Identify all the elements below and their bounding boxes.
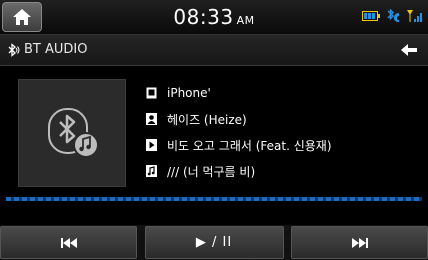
album-row: /// (너 먹구름 비): [145, 158, 332, 184]
artist-name: 헤이즈 (Heize): [167, 112, 247, 127]
progress-track: [6, 197, 422, 201]
back-arrow-icon: [401, 44, 417, 56]
playback-controls: ▶ / II: [0, 225, 428, 260]
artist-row: 헤이즈 (Heize): [145, 106, 332, 132]
signal-icon: [407, 10, 422, 22]
bluetooth-phone-icon: [387, 9, 399, 22]
phone-icon: [145, 87, 157, 99]
page-title: BT AUDIO: [24, 42, 88, 57]
title-bar: BT AUDIO: [0, 35, 428, 66]
status-icons: [362, 9, 422, 23]
song-title: 비도 오고 그래서 (Feat. 신용재): [167, 138, 332, 153]
play-pause-label: ▶ / II: [195, 235, 233, 250]
previous-track-icon: [60, 237, 77, 248]
song-row: 비도 오고 그래서 (Feat. 신용재): [145, 132, 332, 158]
battery-icon: [362, 11, 380, 21]
bluetooth-music-icon: [48, 108, 99, 158]
device-row: iPhone': [145, 80, 332, 106]
clock-time: 08:33: [173, 5, 234, 29]
bluetooth-audio-icon: [8, 42, 20, 57]
device-name: iPhone': [167, 86, 211, 100]
clock-ampm: AM: [236, 14, 255, 27]
title-group: BT AUDIO: [6, 42, 87, 57]
status-bar: 08:33 AM: [0, 0, 428, 35]
album-artwork: [18, 79, 126, 187]
back-button[interactable]: [390, 35, 428, 65]
album-icon: [145, 165, 157, 177]
track-info: iPhone' 헤이즈 (Heize) 비도 오고 그래서 (Feat. 신용재…: [145, 80, 332, 184]
progress-bar[interactable]: [6, 195, 422, 203]
artist-icon: [145, 113, 157, 125]
play-pause-button[interactable]: ▶ / II: [144, 226, 284, 259]
song-icon: [145, 139, 157, 151]
next-track-icon: [351, 237, 368, 248]
album-name: /// (너 먹구름 비): [167, 164, 256, 179]
next-button[interactable]: [291, 226, 428, 259]
previous-button[interactable]: [0, 226, 137, 259]
